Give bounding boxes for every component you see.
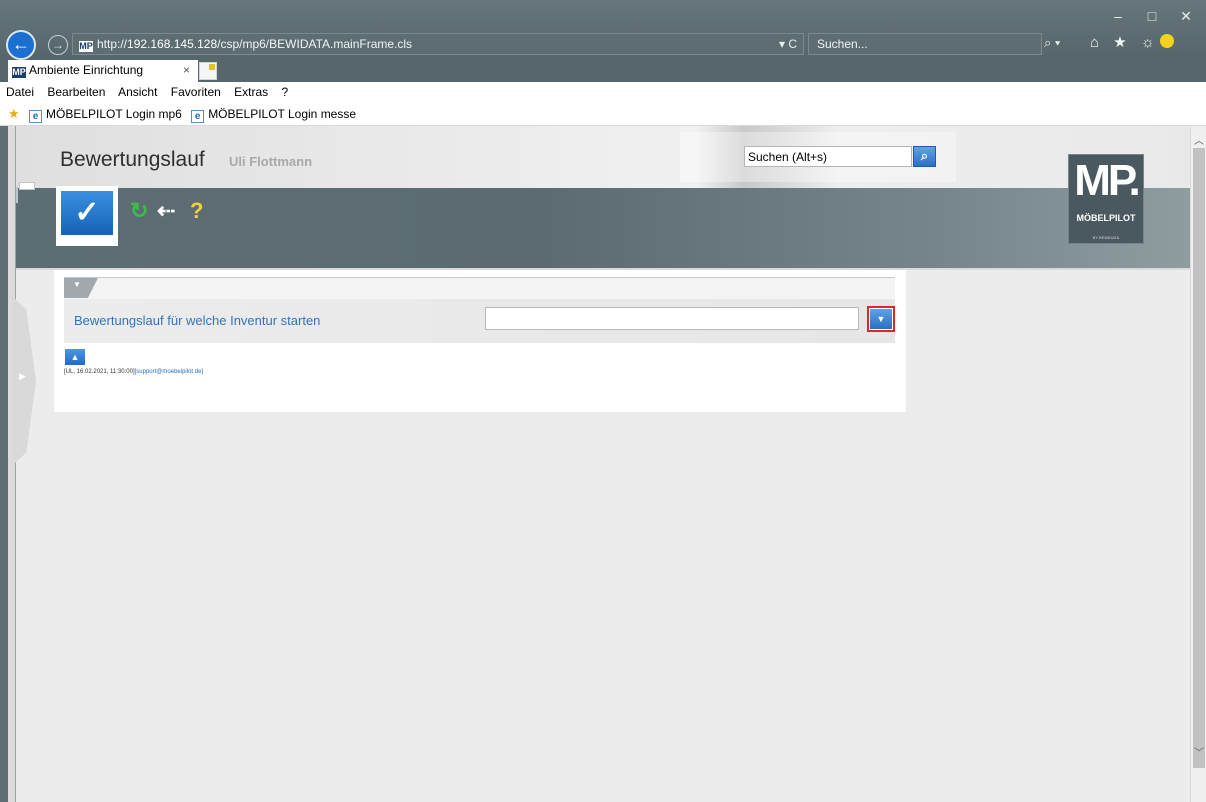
support-email-link[interactable]: [support@moebelpilot.de] bbox=[135, 369, 203, 375]
app-area: Bewertungslauf Uli Flottmann ⌕ ✓ ↻ ⇠ ? M… bbox=[0, 126, 1206, 802]
tab-strip: MP Ambiente Einrichtung × bbox=[0, 60, 1206, 82]
menu-help[interactable]: ? bbox=[282, 85, 289, 99]
tab-favicon-icon: MP bbox=[12, 67, 26, 78]
ie-page-icon: e bbox=[191, 110, 205, 123]
left-frame-stripe bbox=[0, 126, 8, 802]
url-host: 192.168.145.128 bbox=[127, 37, 218, 51]
app-search-button[interactable]: ⌕ bbox=[913, 146, 936, 167]
user-name: Uli Flottmann bbox=[229, 154, 313, 169]
favorites-star-icon[interactable]: ★ bbox=[8, 106, 20, 121]
menu-ansicht[interactable]: Ansicht bbox=[118, 85, 157, 99]
logo-subtitle: BY BEWIDATA bbox=[1092, 235, 1120, 240]
maximize-button[interactable]: □ bbox=[1136, 8, 1168, 24]
refresh-icon[interactable]: ↻ bbox=[130, 198, 148, 224]
scroll-to-top-button[interactable]: ▲ bbox=[65, 349, 85, 365]
menu-extras[interactable]: Extras bbox=[234, 85, 268, 99]
refresh-address-icon[interactable]: ▾ C bbox=[779, 34, 797, 54]
form-panel: ▼ Bewertungslauf für welche Inventur sta… bbox=[54, 270, 906, 412]
page-header: Bewertungslauf Uli Flottmann ⌕ bbox=[16, 126, 1190, 188]
url-path: /csp/mp6/BEWIDATA.mainFrame.cls bbox=[217, 37, 413, 51]
favorite-link-mp6[interactable]: MÖBELPILOT Login mp6 bbox=[46, 107, 182, 121]
browser-back-button[interactable]: ← bbox=[6, 30, 36, 60]
favorites-bar: ★ e MÖBELPILOT Login mp6 e MÖBELPILOT Logi… bbox=[0, 102, 1206, 126]
new-tab-button[interactable] bbox=[199, 62, 217, 80]
menu-bearbeiten[interactable]: Bearbeiten bbox=[47, 85, 105, 99]
print-icon[interactable] bbox=[16, 187, 18, 203]
footer-timestamp: [UL, 16.02.2021, 11:30:00] bbox=[64, 369, 135, 375]
browser-toolbar: – □ ✕ ← → MP http://192.168.145.128/csp/m… bbox=[0, 0, 1206, 60]
inventur-select[interactable] bbox=[485, 307, 859, 330]
inventur-dropdown-button[interactable]: ▼ bbox=[867, 306, 895, 332]
minimize-button[interactable]: – bbox=[1102, 8, 1134, 24]
close-window-button[interactable]: ✕ bbox=[1170, 8, 1202, 25]
scroll-down-icon[interactable]: ﹀ bbox=[1191, 744, 1206, 759]
moebelpilot-logo: MP. MÖBELPILOT BY BEWIDATA bbox=[1068, 154, 1144, 244]
help-icon[interactable]: ? bbox=[190, 198, 203, 224]
chevron-down-icon: ▼ bbox=[870, 309, 892, 329]
main-content: Bewertungslauf Uli Flottmann ⌕ ✓ ↻ ⇠ ? M… bbox=[16, 126, 1190, 802]
browser-forward-button[interactable]: → bbox=[48, 35, 68, 55]
confirm-button[interactable]: ✓ bbox=[56, 186, 118, 246]
vertical-scrollbar[interactable]: ︿ ﹀ bbox=[1190, 126, 1206, 802]
chevron-down-icon: ▼ bbox=[73, 280, 81, 289]
inventur-field-label: Bewertungslauf für welche Inventur start… bbox=[74, 313, 321, 328]
checkmark-icon: ✓ bbox=[61, 191, 113, 235]
menu-favoriten[interactable]: Favoriten bbox=[171, 85, 221, 99]
form-row: Bewertungslauf für welche Inventur start… bbox=[64, 299, 895, 343]
ie-page-icon: e bbox=[29, 110, 42, 123]
logo-mark: MP. bbox=[1074, 156, 1141, 205]
scroll-up-icon[interactable]: ︿ bbox=[1191, 132, 1206, 147]
browser-search-input[interactable]: Suchen... bbox=[808, 33, 1042, 55]
footer-info: [UL, 16.02.2021, 11:30:00][support@moebe… bbox=[64, 369, 203, 375]
feedback-smiley-icon[interactable] bbox=[1159, 34, 1174, 48]
home-star-gear-icons[interactable]: ⌂ ★ ☼ bbox=[1090, 34, 1160, 51]
address-bar[interactable]: MP http://192.168.145.128/csp/mp6/BEWIDAT… bbox=[72, 33, 804, 55]
chevron-right-icon: ▶ bbox=[19, 371, 26, 381]
site-favicon-icon: MP bbox=[79, 41, 93, 52]
collapse-toggle[interactable]: ▼ bbox=[64, 278, 98, 298]
logo-name: MÖBELPILOT bbox=[1076, 213, 1136, 223]
menu-datei[interactable]: Datei bbox=[6, 85, 34, 99]
panel-header: ▼ bbox=[64, 277, 895, 299]
app-search-input[interactable] bbox=[744, 146, 912, 167]
tab-close-icon[interactable]: × bbox=[183, 60, 190, 81]
tab-title: Ambiente Einrichtung bbox=[29, 63, 144, 77]
menu-bar: Datei Bearbeiten Ansicht Favoriten Extra… bbox=[0, 82, 1206, 102]
page-title: Bewertungslauf bbox=[60, 148, 205, 171]
back-arrow-icon[interactable]: ⇠ bbox=[157, 198, 175, 224]
tab-ambiente-einrichtung[interactable]: MP Ambiente Einrichtung × bbox=[8, 60, 198, 82]
search-icon[interactable]: ⌕ ▾ bbox=[1044, 35, 1060, 51]
scrollbar-thumb[interactable] bbox=[1193, 148, 1205, 768]
favorite-link-messe[interactable]: MÖBELPILOT Login messe bbox=[208, 107, 356, 121]
url-prefix: http:// bbox=[97, 37, 128, 51]
action-toolbar: ✓ ↻ ⇠ ? bbox=[16, 186, 1190, 268]
browser-chrome: – □ ✕ ← → MP http://192.168.145.128/csp/m… bbox=[0, 0, 1206, 126]
